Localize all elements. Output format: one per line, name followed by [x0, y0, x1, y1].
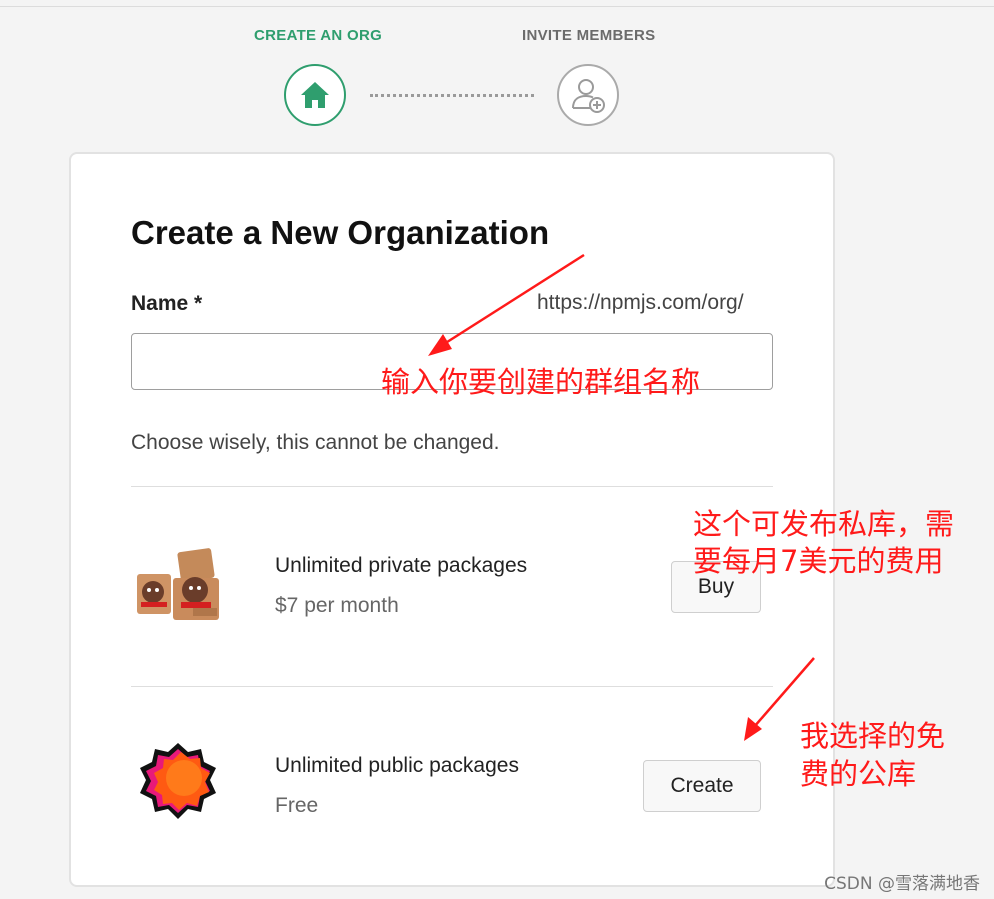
page-title: Create a New Organization [131, 214, 550, 251]
home-icon [301, 82, 329, 108]
watermark: CSDN @雪落满地香 [824, 874, 980, 894]
create-button[interactable]: Create [643, 760, 761, 812]
plan-title-private: Unlimited private packages [275, 554, 528, 577]
divider [131, 686, 773, 687]
boxes-mascot-icon [133, 546, 225, 629]
orange-flower-icon [136, 740, 220, 829]
annotation-name-note: 输入你要创建的群组名称 [381, 365, 701, 399]
plan-price-private: $7 per month [275, 594, 399, 617]
step-create-org [284, 64, 346, 126]
add-user-icon [572, 79, 605, 113]
annotation-private-note-1: 这个可发布私库，需 [693, 507, 955, 541]
annotation-public-note-1: 我选择的免 [800, 719, 946, 753]
step-label-invite-members: INVITE MEMBERS [522, 27, 656, 44]
org-url-prefix: https://npmjs.com/org/ [537, 291, 744, 314]
annotation-private-note-2: 要每月7美元的费用 [693, 544, 944, 578]
step-connector [370, 94, 534, 97]
plan-price-public: Free [275, 794, 319, 817]
top-divider [0, 6, 994, 7]
name-label: Name * [131, 292, 203, 315]
plan-title-public: Unlimited public packages [275, 754, 519, 777]
divider [131, 486, 773, 487]
step-label-create-org: CREATE AN ORG [254, 27, 383, 44]
annotation-public-note-2: 费的公库 [800, 757, 917, 791]
step-invite-members [557, 64, 619, 126]
name-hint: Choose wisely, this cannot be changed. [131, 431, 500, 454]
